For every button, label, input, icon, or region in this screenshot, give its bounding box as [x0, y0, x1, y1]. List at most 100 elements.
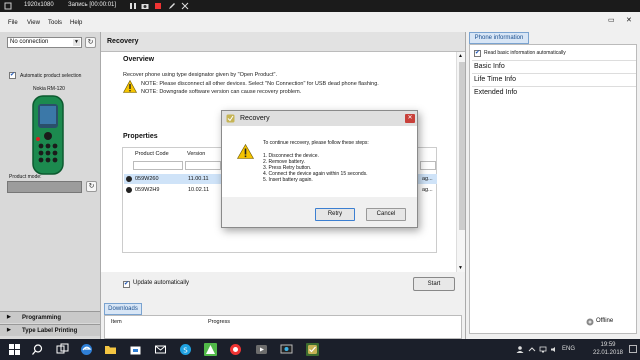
product-mode-select[interactable] [7, 181, 82, 193]
notification-icon[interactable] [629, 345, 637, 354]
taskbar: S ENG 19:59 22.01.2018 [0, 339, 640, 360]
tab-phone-information[interactable]: Phone information [469, 32, 529, 44]
nav-type-label-printing[interactable]: ▶ Type Label Printing [0, 324, 100, 336]
skype-icon[interactable]: S [179, 343, 192, 356]
overview-text: Recover phone using type designator give… [123, 72, 278, 78]
windows-start-icon[interactable] [8, 343, 21, 356]
edge-browser-icon[interactable] [80, 343, 93, 356]
app-icon [226, 114, 235, 123]
refresh-icon: ↻ [88, 183, 95, 190]
nav-programming[interactable]: ▶ Programming [0, 311, 100, 323]
tab-downloads[interactable]: Downloads [104, 303, 142, 315]
show-hidden-icons-icon[interactable] [528, 346, 536, 353]
warning-icon [123, 80, 137, 93]
properties-heading: Properties [123, 133, 158, 140]
pencil-icon[interactable] [168, 2, 176, 10]
offline-status[interactable]: Offline [596, 318, 613, 324]
device-icon [126, 176, 132, 182]
filter-product-code[interactable] [133, 161, 183, 170]
close-recorder-icon[interactable] [181, 2, 189, 10]
menu-view[interactable]: View [27, 20, 40, 26]
update-automatically-checkbox[interactable]: ✔ [123, 281, 130, 288]
clock-time[interactable]: 19:59 [591, 342, 625, 348]
device-icon [126, 187, 132, 193]
note-downgrade: NOTE: Downgrade software version can cau… [141, 89, 302, 95]
volume-icon[interactable] [550, 346, 558, 353]
info-basic[interactable]: Basic Info [472, 60, 636, 72]
svg-text:S: S [183, 346, 188, 354]
recorder-settings-icon[interactable] [4, 2, 12, 10]
warning-icon [237, 144, 254, 159]
recorder-app-icon[interactable] [229, 343, 242, 356]
refresh-mode-button[interactable]: ↻ [86, 181, 97, 192]
dialog-titlebar: Recovery ✕ [222, 111, 417, 126]
cancel-button[interactable]: Cancel [366, 208, 406, 221]
overview-heading: Overview [123, 56, 155, 63]
file-explorer-icon[interactable] [104, 343, 117, 356]
row-product-code: 059W2H9 [135, 187, 160, 193]
scroll-up-icon[interactable]: ▲ [458, 53, 463, 59]
auto-select-checkbox[interactable]: ✔ [9, 72, 16, 79]
nokia-tool-icon[interactable] [306, 343, 319, 356]
expand-arrow-icon: ▶ [7, 314, 11, 320]
dialog-body: To continue recovery, please follow thes… [222, 126, 417, 197]
column-header-product-code[interactable]: Product Code [135, 151, 169, 157]
media-app-icon[interactable] [255, 343, 268, 356]
close-icon[interactable]: ✕ [405, 114, 415, 123]
note-disconnect: NOTE: Please disconnect all other device… [141, 81, 379, 87]
search-icon[interactable] [31, 343, 44, 356]
stop-record-icon[interactable] [154, 2, 162, 10]
pause-icon[interactable] [129, 2, 137, 10]
phone-model-label: Nokia RM-120 [33, 86, 65, 92]
info-lifetime[interactable]: Life Time Info [472, 73, 636, 85]
info-extended[interactable]: Extended Info [472, 86, 636, 98]
refresh-icon: ↻ [87, 39, 94, 46]
camera-icon[interactable] [141, 2, 149, 10]
network-icon[interactable] [539, 346, 547, 353]
read-basic-checkbox[interactable]: ✔ [474, 50, 481, 57]
row-version: 11.00.11 [188, 176, 209, 182]
update-automatically-label: Update automatically [133, 280, 190, 286]
monitor-app-icon[interactable] [280, 343, 293, 356]
offline-status-icon [586, 318, 594, 326]
nav-programming-label: Programming [22, 315, 62, 321]
close-window-icon[interactable]: ✕ [626, 16, 632, 24]
row-version: 10.02.11 [188, 187, 210, 193]
row-product-code: 059W260 [135, 176, 159, 182]
recording-toolbar: 1920x1080 Запись [00:00:01] [0, 0, 640, 12]
mail-icon[interactable] [154, 343, 167, 356]
start-button[interactable]: Start [413, 277, 455, 291]
language-indicator[interactable]: ENG [562, 346, 575, 352]
scroll-down-icon[interactable]: ▼ [458, 265, 463, 271]
filter-extra[interactable] [420, 161, 436, 170]
recovery-dialog: Recovery ✕ To continue recovery, please … [221, 110, 418, 228]
retry-button[interactable]: Retry [315, 208, 355, 221]
menu-file[interactable]: File [8, 20, 18, 26]
left-panel: No connection ▼ ↻ ✔ Automatic product se… [0, 32, 100, 339]
dialog-title: Recovery [240, 115, 270, 122]
minimize-icon[interactable]: ▭ [608, 16, 615, 24]
row-extra: ag... [422, 187, 433, 193]
android-app-icon[interactable] [204, 343, 217, 356]
row-extra: ag... [422, 176, 433, 182]
right-panel: Phone information ✔ Read basic informati… [465, 32, 640, 339]
column-header-version[interactable]: Version [187, 151, 205, 157]
auto-select-label: Automatic product selection [20, 73, 82, 79]
people-icon[interactable] [516, 346, 524, 353]
connection-select[interactable]: No connection ▼ [7, 37, 82, 48]
filter-version[interactable] [185, 161, 221, 170]
task-view-icon[interactable] [56, 343, 69, 356]
menu-help[interactable]: Help [70, 20, 82, 26]
section-header: Recovery [101, 32, 466, 52]
refresh-connection-button[interactable]: ↻ [85, 37, 96, 48]
phone-information-panel: ✔ Read basic information automatically B… [469, 44, 637, 334]
menu-tools[interactable]: Tools [48, 20, 62, 26]
column-header-item[interactable]: Item [111, 319, 122, 325]
recording-timer: Запись [00:00:01] [68, 2, 117, 8]
product-mode-label: Product mode: [9, 174, 42, 180]
clock-date[interactable]: 22.01.2018 [591, 350, 625, 356]
store-icon[interactable] [129, 343, 142, 356]
connection-value: No connection [10, 39, 49, 45]
column-header-progress[interactable]: Progress [208, 319, 230, 325]
recording-resolution: 1920x1080 [24, 2, 54, 8]
